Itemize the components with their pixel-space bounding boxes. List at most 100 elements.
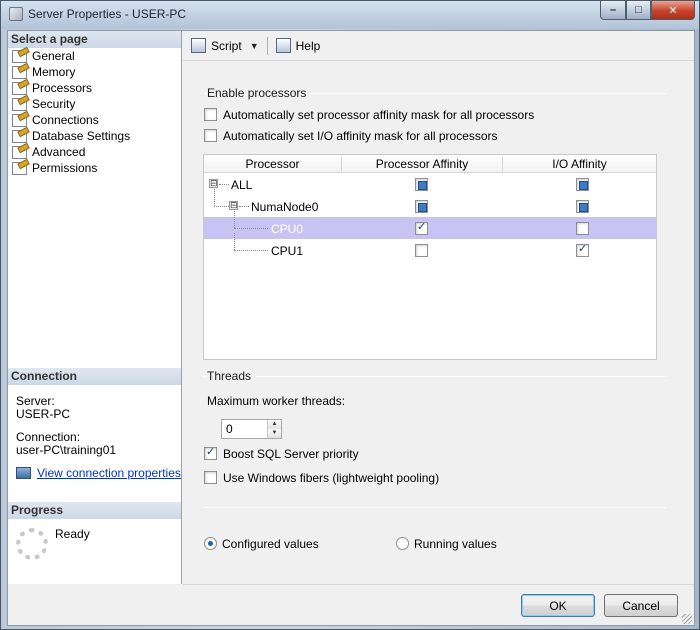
tree-connector: [234, 250, 268, 251]
table-row[interactable]: ⊟ ALL: [204, 173, 656, 195]
column-header-processor[interactable]: Processor: [204, 157, 341, 171]
processor-affinity-grid: Processor Processor Affinity I/O Affinit…: [203, 154, 657, 360]
sidebar-item-label: Connections: [32, 113, 99, 127]
sidebar-item-memory[interactable]: Memory: [12, 64, 130, 80]
stepper-down-icon[interactable]: ▼: [267, 429, 281, 438]
processor-affinity-checkbox[interactable]: [415, 200, 428, 213]
collapse-icon[interactable]: ⊟: [209, 179, 218, 188]
table-row[interactable]: CPU0: [204, 211, 656, 239]
connection-properties-icon: [16, 467, 31, 479]
threads-divider: [204, 376, 666, 377]
ok-button[interactable]: OK: [521, 594, 595, 617]
tree-connector: [214, 189, 215, 206]
windows-fibers-label: Use Windows fibers (lightweight pooling): [223, 471, 440, 485]
sidebar-item-advanced[interactable]: Advanced: [12, 144, 130, 160]
tree-connector: [239, 206, 249, 207]
table-row[interactable]: ⊟ NumaNode0: [204, 189, 656, 217]
sidebar-item-label: Permissions: [32, 161, 98, 175]
script-icon: [191, 38, 206, 53]
view-connection-link[interactable]: View connection properties: [37, 466, 181, 480]
wrench-page-icon: [12, 81, 27, 95]
collapse-icon[interactable]: ⊟: [229, 201, 238, 210]
sidebar-item-label: Memory: [32, 65, 76, 79]
tree-connector: [234, 233, 235, 250]
auto-processor-affinity-checkbox[interactable]: [204, 108, 217, 121]
sidebar-item-label: Database Settings: [32, 129, 131, 143]
dialog-button-bar: OK Cancel: [183, 584, 694, 626]
sidebar-item-label: Advanced: [32, 145, 86, 159]
toolbar-separator: [266, 36, 268, 55]
connection-value: user-PC\training01: [16, 443, 117, 457]
io-affinity-checkbox[interactable]: [576, 200, 589, 213]
page-list: General Memory Processors Security Conne…: [12, 48, 130, 176]
tree-connector: [234, 211, 235, 228]
configured-values-radio[interactable]: [204, 537, 217, 550]
processor-affinity-checkbox[interactable]: [415, 178, 428, 191]
max-worker-threads-stepper[interactable]: ▲ ▼: [221, 419, 282, 439]
resize-grip-icon[interactable]: [682, 614, 692, 624]
tree-connector: [219, 184, 229, 185]
processor-name: NumaNode0: [251, 200, 319, 214]
script-label: Script: [211, 38, 242, 53]
enable-processors-label: Enable processors: [207, 86, 312, 100]
max-worker-threads-label: Maximum worker threads:: [207, 394, 346, 408]
window-title: Server Properties - USER-PC: [28, 7, 187, 21]
minimize-button[interactable]: –: [600, 1, 626, 20]
column-header-processor-affinity[interactable]: Processor Affinity: [342, 157, 502, 171]
stepper-up-icon[interactable]: ▲: [267, 420, 281, 429]
help-icon: [275, 38, 291, 53]
processor-name: ALL: [231, 178, 253, 192]
script-button[interactable]: Script ▼: [191, 38, 259, 53]
processor-name: CPU0: [271, 222, 304, 236]
progress-header: Progress: [8, 502, 181, 519]
auto-processor-affinity-label: Automatically set processor affinity mas…: [223, 108, 535, 122]
connection-info: Connection: user-PC\training01: [16, 431, 116, 457]
io-affinity-checkbox[interactable]: [576, 178, 589, 191]
running-values-label: Running values: [414, 537, 497, 551]
sidebar-item-general[interactable]: General: [12, 48, 130, 64]
wrench-page-icon: [12, 129, 27, 143]
wrench-page-icon: [12, 65, 27, 79]
sidebar-item-processors[interactable]: Processors: [12, 80, 130, 96]
column-header-io-affinity[interactable]: I/O Affinity: [503, 157, 656, 171]
values-divider: [204, 507, 666, 508]
cancel-button[interactable]: Cancel: [604, 594, 678, 617]
wrench-page-icon: [12, 49, 27, 63]
sidebar-item-connections[interactable]: Connections: [12, 112, 130, 128]
chevron-down-icon[interactable]: ▼: [250, 41, 259, 51]
max-worker-threads-input[interactable]: [224, 421, 264, 437]
view-connection-properties[interactable]: View connection properties: [16, 467, 181, 480]
windows-fibers-checkbox[interactable]: [204, 471, 217, 484]
io-affinity-checkbox[interactable]: [576, 222, 589, 235]
boost-priority-checkbox[interactable]: [204, 445, 217, 460]
wrench-page-icon: [12, 145, 27, 159]
title-bar[interactable]: Server Properties - USER-PC – □ ✕: [1, 1, 699, 29]
boost-priority-label: Boost SQL Server priority: [223, 447, 359, 461]
connection-header: Connection: [8, 368, 181, 385]
configured-values-label: Configured values: [222, 537, 319, 551]
table-row[interactable]: CPU1: [204, 233, 656, 261]
io-affinity-checkbox[interactable]: [576, 242, 589, 257]
sidebar-item-permissions[interactable]: Permissions: [12, 160, 130, 176]
stepper-buttons: ▲ ▼: [267, 420, 281, 438]
running-values-radio[interactable]: [396, 537, 409, 550]
grid-header: Processor Processor Affinity I/O Affinit…: [204, 155, 656, 173]
help-button[interactable]: Help: [275, 38, 321, 53]
maximize-button[interactable]: □: [626, 1, 651, 20]
processor-affinity-checkbox[interactable]: [415, 244, 428, 257]
help-label: Help: [295, 38, 321, 53]
sidebar-item-database-settings[interactable]: Database Settings: [12, 128, 130, 144]
threads-label: Threads: [207, 369, 257, 383]
wrench-page-icon: [12, 113, 27, 127]
select-page-header: Select a page: [8, 31, 181, 48]
server-properties-window: Server Properties - USER-PC – □ ✕ Select…: [0, 0, 700, 630]
auto-io-affinity-checkbox[interactable]: [204, 129, 217, 142]
progress-spinner-icon: [16, 528, 48, 560]
sidebar-item-label: Security: [32, 97, 76, 111]
processor-name: CPU1: [271, 244, 304, 258]
auto-io-affinity-label: Automatically set I/O affinity mask for …: [223, 129, 498, 143]
toolbar: Script ▼ Help: [183, 31, 694, 61]
sidebar-item-security[interactable]: Security: [12, 96, 130, 112]
close-button[interactable]: ✕: [651, 1, 695, 20]
processor-affinity-checkbox[interactable]: [415, 220, 428, 235]
